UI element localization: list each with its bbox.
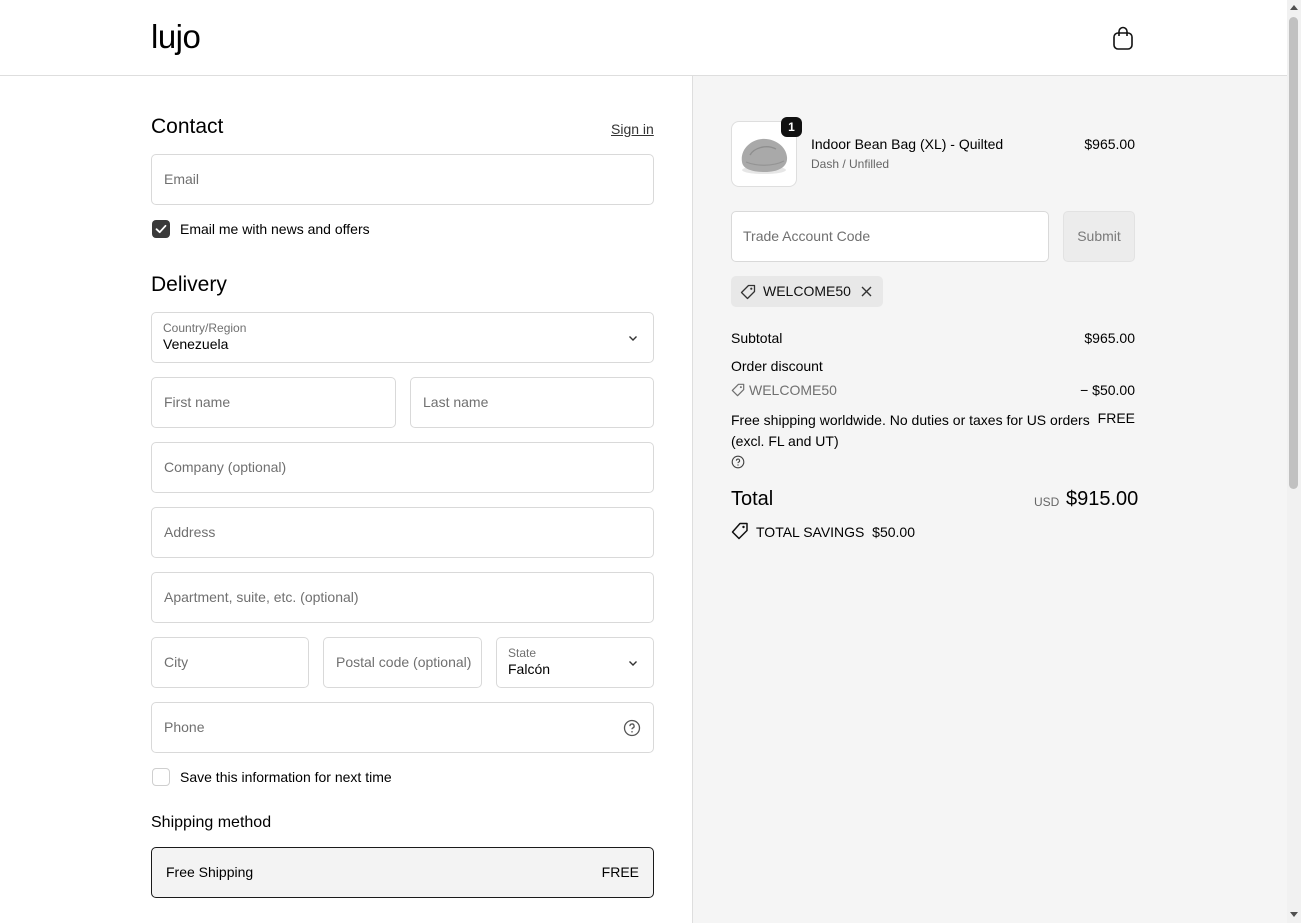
email-field[interactable]: Email — [151, 154, 654, 205]
help-circle-icon[interactable] — [623, 719, 641, 737]
apartment-placeholder: Apartment, suite, etc. (optional) — [164, 589, 359, 605]
trade-code-input[interactable]: Trade Account Code — [731, 211, 1049, 262]
country-value: Venezuela — [163, 336, 229, 352]
chevron-down-icon — [629, 661, 637, 666]
postal-code-placeholder: Postal code (optional) — [336, 654, 472, 670]
contact-heading: Contact — [151, 115, 224, 138]
shipping-option-price: FREE — [601, 864, 639, 880]
subtotal-row: Subtotal $965.00 — [731, 330, 1135, 346]
save-info-checkbox[interactable] — [152, 768, 170, 786]
shipping-info-text: Free shipping worldwide. No duties or ta… — [731, 412, 1090, 449]
state-value: Falcón — [508, 661, 551, 677]
newsletter-label[interactable]: Email me with news and offers — [180, 221, 370, 237]
savings-tag-icon — [731, 522, 748, 540]
scroll-up-arrow-icon[interactable] — [1290, 5, 1298, 10]
applied-discount-code: WELCOME50 — [763, 283, 851, 299]
country-label: Country/Region — [163, 321, 247, 335]
discount-label: Order discount — [731, 358, 823, 374]
shipping-method-heading: Shipping method — [151, 814, 272, 831]
subtotal-label: Subtotal — [731, 330, 783, 346]
delivery-heading: Delivery — [151, 273, 227, 296]
phone-placeholder: Phone — [164, 719, 205, 735]
newsletter-checkbox[interactable] — [152, 220, 170, 238]
country-select[interactable]: Country/Region Venezuela — [151, 312, 654, 363]
product-name: Indoor Bean Bag (XL) - Quilted — [811, 136, 1004, 152]
discount-code: WELCOME50 — [749, 382, 837, 398]
product-variant: Dash / Unfilled — [811, 157, 890, 171]
company-field[interactable]: Company (optional) — [151, 442, 654, 493]
help-circle-icon[interactable] — [731, 455, 745, 469]
shipping-option-name: Free Shipping — [166, 864, 254, 880]
phone-field[interactable]: Phone — [151, 702, 654, 753]
tag-icon — [740, 284, 756, 300]
city-field[interactable]: City — [151, 637, 309, 688]
subtotal-value: $965.00 — [1084, 330, 1135, 346]
first-name-field[interactable]: First name — [151, 377, 396, 428]
total-savings-text: TOTAL SAVINGS $50.00 — [756, 524, 915, 540]
last-name-placeholder: Last name — [423, 394, 489, 410]
first-name-placeholder: First name — [164, 394, 231, 410]
postal-code-field[interactable]: Postal code (optional) — [323, 637, 482, 688]
chevron-down-icon — [629, 336, 637, 341]
email-placeholder: Email — [164, 171, 200, 187]
total-currency: USD — [1034, 495, 1060, 509]
brand-logo[interactable]: lujo — [151, 17, 201, 57]
remove-discount-icon[interactable] — [860, 285, 873, 298]
discount-code-line: WELCOME50 — [731, 382, 837, 398]
apartment-field[interactable]: Apartment, suite, etc. (optional) — [151, 572, 654, 623]
save-info-label[interactable]: Save this information for next time — [180, 769, 392, 785]
total-value: $915.00 — [1066, 488, 1139, 510]
applied-discount-chip: WELCOME50 — [731, 276, 883, 307]
last-name-field[interactable]: Last name — [410, 377, 654, 428]
state-label: State — [508, 646, 537, 660]
scroll-down-arrow-icon[interactable] — [1290, 912, 1298, 917]
shipping-value: FREE — [1097, 410, 1135, 426]
company-placeholder: Company (optional) — [164, 459, 287, 475]
product-price: $965.00 — [1084, 136, 1135, 152]
order-summary-column — [693, 76, 1287, 923]
page-scrollbar[interactable] — [1287, 0, 1301, 923]
total-label: Total — [731, 488, 774, 510]
state-select[interactable]: State Falcón — [496, 637, 654, 688]
scrollbar-thumb[interactable] — [1289, 17, 1298, 489]
checkmark-icon — [155, 224, 167, 234]
address-field[interactable]: Address — [151, 507, 654, 558]
trade-code-placeholder: Trade Account Code — [743, 228, 871, 244]
city-placeholder: City — [164, 654, 189, 670]
sign-in-link[interactable]: Sign in — [611, 121, 654, 137]
discount-value: − $50.00 — [1080, 382, 1135, 398]
quantity-badge: 1 — [781, 117, 802, 137]
total-savings: TOTAL SAVINGS $50.00 — [731, 522, 915, 540]
shopping-bag-icon[interactable] — [1111, 25, 1135, 51]
site-header: lujo — [0, 0, 1287, 76]
discount-row: Order discount — [731, 358, 1135, 374]
address-placeholder: Address — [164, 524, 216, 540]
tag-icon — [731, 383, 745, 397]
shipping-option-free[interactable]: Free Shipping FREE — [151, 847, 654, 898]
submit-code-button[interactable]: Submit — [1063, 211, 1135, 262]
